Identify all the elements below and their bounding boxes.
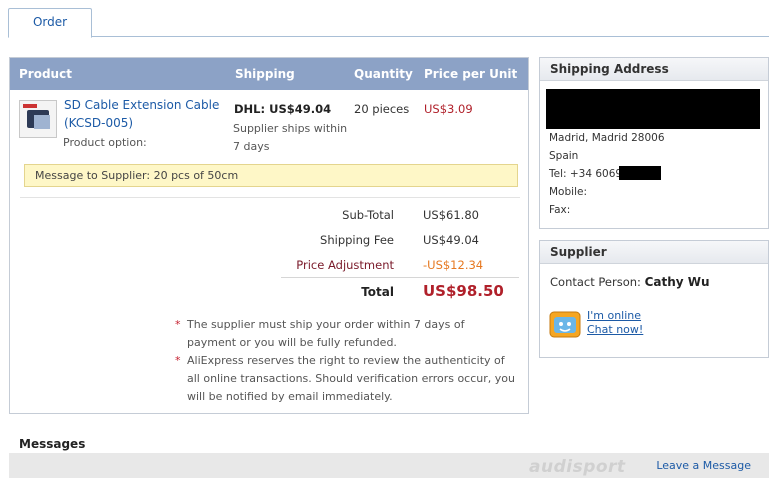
shipping-address-title: Shipping Address <box>540 58 768 81</box>
note-text: AliExpress reserves the right to review … <box>187 354 515 403</box>
address-city: Madrid, Madrid 28006 <box>549 132 665 144</box>
notes-list: * The supplier must ship your order with… <box>175 316 515 406</box>
shipping-fee-label: Shipping Fee <box>320 233 394 247</box>
contact-person: Contact Person: Cathy Wu <box>550 275 710 289</box>
note-item: * The supplier must ship your order with… <box>175 316 515 352</box>
shipping-fee-value: US$49.04 <box>423 233 479 247</box>
price-adjustment-label: Price Adjustment <box>296 258 394 272</box>
price-adjustment-value: -US$12.34 <box>423 258 484 272</box>
shipping-method: DHL: US$49.04 <box>234 102 332 116</box>
price-adjustment-row: Price Adjustment -US$12.34 <box>10 258 520 278</box>
quantity-value: 20 pieces <box>354 102 410 116</box>
product-thumbnail[interactable] <box>19 100 57 138</box>
note-item: * AliExpress reserves the right to revie… <box>175 352 515 406</box>
watermark: audisport <box>529 457 626 477</box>
tab-strip: Order <box>8 8 769 38</box>
total-divider <box>281 277 519 278</box>
address-mobile: Mobile: <box>549 186 587 198</box>
chat-now-link[interactable]: I'm online Chat now! <box>587 309 643 337</box>
messages-bar: audisport Leave a Message <box>9 453 769 478</box>
asterisk-icon: * <box>175 318 181 331</box>
column-price: Price per Unit <box>424 67 518 81</box>
product-name-line2: (KCSD-005) <box>64 116 134 130</box>
leave-message-link[interactable]: Leave a Message <box>656 459 751 472</box>
total-value: US$98.50 <box>423 282 504 300</box>
total-label: Total <box>361 285 394 299</box>
redacted-block <box>619 166 661 180</box>
note-text: The supplier must ship your order within… <box>187 318 465 349</box>
contact-label: Contact Person: <box>550 275 641 289</box>
product-name-line1: SD Cable Extension Cable <box>64 98 220 112</box>
chat-online-icon[interactable] <box>549 309 583 339</box>
address-country: Spain <box>549 150 579 162</box>
total-row: Total US$98.50 <box>10 282 520 305</box>
redacted-block <box>546 89 760 129</box>
subtotal-value: US$61.80 <box>423 208 479 222</box>
column-shipping: Shipping <box>235 67 295 81</box>
contact-name: Cathy Wu <box>644 275 710 289</box>
unit-price: US$3.09 <box>424 102 473 116</box>
product-name-link[interactable]: SD Cable Extension Cable (KCSD-005) <box>64 96 224 132</box>
address-fax: Fax: <box>549 204 571 216</box>
subtotal-label: Sub-Total <box>342 208 394 222</box>
subtotal-row: Sub-Total US$61.80 <box>10 208 520 228</box>
online-status: I'm online <box>587 309 642 322</box>
divider <box>20 197 520 198</box>
message-to-supplier: Message to Supplier: 20 pcs of 50cm <box>24 164 518 187</box>
tab-order[interactable]: Order <box>8 8 92 38</box>
shipping-fee-row: Shipping Fee US$49.04 <box>10 233 520 253</box>
supplier-title: Supplier <box>540 241 768 264</box>
address-tel: Tel: +34 6069 <box>549 168 623 180</box>
order-panel: Product Shipping Quantity Price per Unit… <box>9 57 529 414</box>
supplier-box: Supplier Contact Person: Cathy Wu I'm on… <box>539 240 769 358</box>
order-table-header: Product Shipping Quantity Price per Unit <box>10 58 528 90</box>
messages-title: Messages <box>19 437 86 451</box>
asterisk-icon: * <box>175 354 181 367</box>
shipping-address-box: Shipping Address Madrid, Madrid 28006 Sp… <box>539 57 769 229</box>
product-option-label: Product option: <box>63 136 147 149</box>
chat-now-text: Chat now! <box>587 323 644 336</box>
shipping-note: Supplier ships within 7 days <box>233 122 348 153</box>
column-product: Product <box>19 67 72 81</box>
column-quantity: Quantity <box>354 67 413 81</box>
